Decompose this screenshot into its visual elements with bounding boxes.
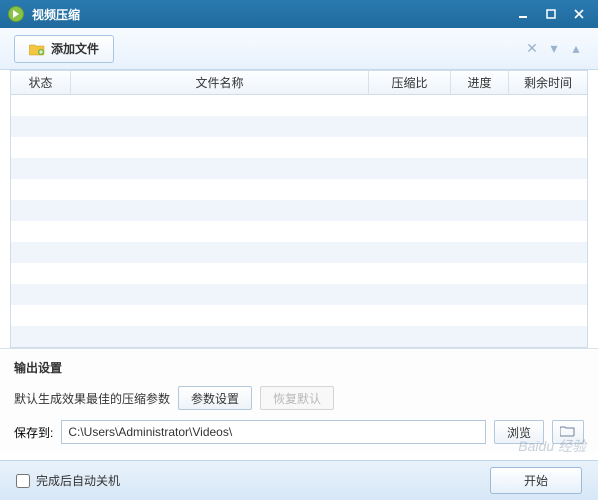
table-row [11,242,587,263]
table-header: 状态 文件名称 压缩比 进度 剩余时间 [11,71,587,95]
shutdown-checkbox[interactable]: 完成后自动关机 [16,472,120,489]
table-row [11,305,587,326]
table-row [11,95,587,116]
window-controls [510,5,592,23]
move-down-icon[interactable]: ▾ [546,41,562,57]
title-bar: 视频压缩 [0,0,598,28]
app-icon [8,6,24,22]
table-row [11,200,587,221]
table-row [11,221,587,242]
shutdown-label: 完成后自动关机 [36,472,120,489]
output-settings: 输出设置 默认生成效果最佳的压缩参数 参数设置 恢复默认 保存到: 浏览 [0,348,598,452]
add-file-button[interactable]: 添加文件 [14,35,114,63]
output-title: 输出设置 [14,359,584,376]
col-time[interactable]: 剩余时间 [509,71,587,94]
browse-button[interactable]: 浏览 [494,420,544,444]
toolbar: 添加文件 ✕ ▾ ▴ [0,28,598,70]
table-row [11,158,587,179]
shutdown-checkbox-input[interactable] [16,474,30,488]
col-name[interactable]: 文件名称 [71,71,369,94]
close-button[interactable] [566,5,592,23]
table-row [11,116,587,137]
col-ratio[interactable]: 压缩比 [369,71,451,94]
list-controls: ✕ ▾ ▴ [524,41,584,57]
col-status[interactable]: 状态 [11,71,71,94]
table-body[interactable] [11,95,587,347]
save-to-label: 保存到: [14,424,53,441]
save-path-input[interactable] [61,420,486,444]
params-hint: 默认生成效果最佳的压缩参数 [14,390,170,407]
params-button[interactable]: 参数设置 [178,386,252,410]
move-up-icon[interactable]: ▴ [568,41,584,57]
open-folder-button[interactable] [552,420,584,444]
folder-add-icon [29,42,45,56]
table-row [11,326,587,347]
maximize-button[interactable] [538,5,564,23]
open-folder-icon [560,425,576,440]
minimize-button[interactable] [510,5,536,23]
table-row [11,179,587,200]
col-progress[interactable]: 进度 [451,71,509,94]
footer: 完成后自动关机 开始 [0,460,598,500]
restore-default-button[interactable]: 恢复默认 [260,386,334,410]
table-row [11,284,587,305]
table-row [11,137,587,158]
add-file-label: 添加文件 [51,40,99,57]
window-title: 视频压缩 [32,6,510,23]
file-table: 状态 文件名称 压缩比 进度 剩余时间 [10,70,588,348]
remove-icon[interactable]: ✕ [524,41,540,57]
start-button[interactable]: 开始 [490,467,582,494]
table-row [11,263,587,284]
